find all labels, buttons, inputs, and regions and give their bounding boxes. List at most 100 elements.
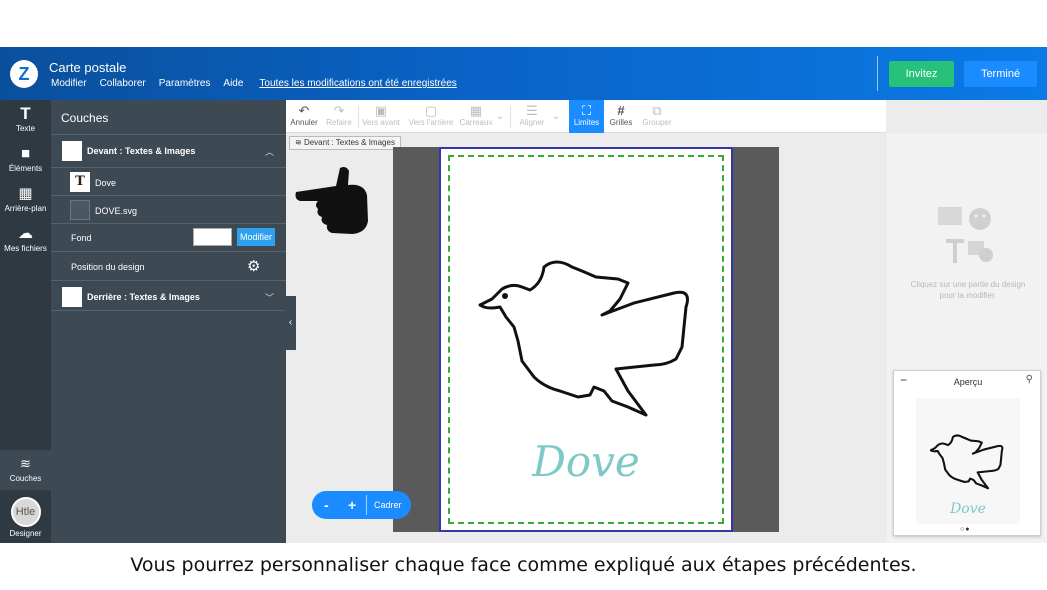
face-indicator-label: Devant : Textes & Images bbox=[303, 138, 395, 147]
dove-illustration[interactable] bbox=[478, 259, 698, 419]
align-label: Aligner bbox=[519, 118, 545, 127]
layer-item-dove-text[interactable]: T Dove bbox=[51, 167, 286, 195]
gear-icon[interactable]: ⚙ bbox=[247, 257, 260, 275]
background-color-swatch[interactable] bbox=[193, 228, 232, 246]
layer-item-dove-svg[interactable]: DOVE.svg bbox=[51, 195, 286, 223]
search-icon[interactable]: ⚲ bbox=[1026, 374, 1033, 385]
group-label: Grouper bbox=[642, 118, 672, 127]
sidebar-item-label: Designer bbox=[9, 529, 42, 538]
background-pattern-icon: ▦ bbox=[18, 185, 33, 202]
chevron-down-icon[interactable]: ﹀ bbox=[265, 291, 274, 304]
layers-icon: ≋ bbox=[20, 456, 31, 471]
top-header: Z Carte postale Modifier Collaborer Para… bbox=[0, 47, 1047, 100]
sidebar-item-label: Couches bbox=[9, 474, 42, 483]
design-elements-illustration-icon bbox=[938, 207, 993, 263]
chevron-down-icon: ⌄ bbox=[495, 111, 505, 122]
edit-toolbar: ↶ Annuler ↷ Refaire ▣ Vers avant ▢ Vers … bbox=[286, 100, 886, 133]
preview-card: Dove bbox=[916, 398, 1020, 524]
sidebar-item-arriere-plan[interactable]: ▦ Arrière-plan bbox=[0, 185, 51, 214]
invite-button[interactable]: Invitez bbox=[889, 61, 954, 87]
main-menu: Modifier Collaborer Paramètres Aide Tout… bbox=[51, 78, 457, 89]
layer-group-front[interactable]: Devant : Textes & Images ︿ bbox=[51, 134, 286, 167]
dove-text-layer[interactable]: Dove bbox=[448, 437, 724, 486]
bounds-button[interactable]: ⛶ Limites bbox=[569, 100, 604, 133]
tiles-button[interactable]: ▦ Carreaux bbox=[459, 100, 493, 133]
svg-layer-icon bbox=[70, 200, 90, 220]
text-tool-icon: T bbox=[20, 104, 31, 123]
cloud-upload-icon: ☁ bbox=[18, 225, 33, 242]
sidebar-item-mes-fichiers[interactable]: ☁ Mes fichiers bbox=[0, 225, 51, 254]
tutorial-caption: Vous pourrez personnaliser chaque face c… bbox=[130, 554, 917, 576]
zazzle-logo-icon[interactable]: Z bbox=[10, 60, 38, 88]
align-icon: ☰ bbox=[526, 103, 538, 118]
page-indicator-dots[interactable]: ○● bbox=[960, 526, 970, 533]
pointing-hand-icon bbox=[295, 167, 368, 234]
document-title: Carte postale bbox=[49, 60, 127, 75]
layers-icon: ≋ bbox=[295, 138, 304, 147]
redo-label: Refaire bbox=[326, 118, 352, 127]
sidebar-item-texte[interactable]: T Texte bbox=[0, 104, 51, 133]
sidebar-item-couches[interactable]: ≋ Couches bbox=[0, 450, 51, 490]
menu-collaborer[interactable]: Collaborer bbox=[100, 78, 146, 89]
design-position-label: Position du design bbox=[71, 262, 145, 272]
align-button[interactable]: ☰ Aligner bbox=[515, 100, 549, 133]
align-dropdown[interactable]: ⌄ bbox=[549, 100, 563, 133]
preview-dove-text: Dove bbox=[950, 501, 986, 517]
bring-forward-icon: ▣ bbox=[374, 103, 388, 118]
collapse-panel-handle[interactable]: ‹ bbox=[285, 296, 296, 350]
chevron-up-icon[interactable]: ︿ bbox=[265, 145, 274, 158]
menu-modifier[interactable]: Modifier bbox=[51, 78, 87, 89]
tiles-dropdown[interactable]: ⌄ bbox=[493, 100, 507, 133]
elements-icon: ■ bbox=[20, 145, 31, 162]
zoom-divider bbox=[366, 495, 367, 515]
sidebar-item-label: Éléments bbox=[8, 164, 43, 173]
done-button[interactable]: Terminé bbox=[964, 61, 1037, 87]
layers-panel: Couches Devant : Textes & Images ︿ T Dov… bbox=[51, 100, 286, 543]
text-layer-icon: T bbox=[70, 172, 90, 192]
group-button[interactable]: ⧉ Grouper bbox=[640, 100, 674, 133]
layers-panel-title: Couches bbox=[61, 111, 109, 125]
sidebar-item-label: Arrière-plan bbox=[4, 204, 47, 213]
tiles-icon: ▦ bbox=[469, 103, 483, 118]
layer-item-label: Dove bbox=[95, 178, 117, 188]
zoom-control: - + Cadrer bbox=[312, 491, 411, 519]
send-backward-button[interactable]: ▢ Vers l'arrière bbox=[406, 100, 456, 133]
sidebar-item-elements[interactable]: ■ Éléments bbox=[0, 145, 51, 174]
menu-parametres[interactable]: Paramètres bbox=[159, 78, 211, 89]
group-icon: ⧉ bbox=[652, 103, 662, 118]
grids-label: Grilles bbox=[609, 118, 633, 127]
tool-sidebar: T Texte ■ Éléments ▦ Arrière-plan ☁ Mes … bbox=[0, 100, 51, 543]
bring-forward-button[interactable]: ▣ Vers avant bbox=[360, 100, 402, 133]
chevron-down-icon: ⌄ bbox=[551, 111, 561, 122]
sidebar-item-label: Texte bbox=[15, 124, 36, 133]
face-indicator: ≋ Devant : Textes & Images bbox=[289, 136, 401, 150]
header-divider bbox=[877, 56, 878, 91]
background-row: Fond Modifier bbox=[51, 223, 286, 251]
sidebar-item-designer[interactable]: Htle Designer bbox=[0, 497, 51, 538]
menu-aide[interactable]: Aide bbox=[223, 78, 243, 89]
undo-label: Annuler bbox=[290, 118, 318, 127]
modify-background-button[interactable]: Modifier bbox=[237, 228, 275, 246]
selection-hint: Cliquez sur une partie du design pour la… bbox=[910, 280, 1026, 300]
back-thumbnail bbox=[62, 287, 82, 307]
layer-group-back[interactable]: Derrière : Textes & Images ﹀ bbox=[51, 280, 286, 311]
zoom-in-button[interactable]: + bbox=[348, 497, 356, 513]
grids-button[interactable]: # Grilles bbox=[606, 100, 636, 133]
toolbar-divider bbox=[510, 106, 511, 128]
saved-status-link[interactable]: Toutes les modifications ont été enregis… bbox=[259, 78, 456, 89]
redo-button[interactable]: ↷ Refaire bbox=[323, 100, 355, 133]
undo-button[interactable]: ↶ Annuler bbox=[288, 100, 320, 133]
send-backward-icon: ▢ bbox=[424, 103, 438, 118]
design-position-row[interactable]: Position du design ⚙ bbox=[51, 251, 286, 280]
fit-to-frame-button[interactable]: Cadrer bbox=[374, 500, 402, 510]
send-backward-label: Vers l'arrière bbox=[408, 118, 454, 127]
sidebar-item-label: Mes fichiers bbox=[4, 244, 47, 253]
bring-forward-label: Vers avant bbox=[362, 118, 400, 127]
toolbar-divider bbox=[358, 106, 359, 128]
front-thumbnail bbox=[62, 141, 82, 161]
zoom-out-button[interactable]: - bbox=[324, 497, 329, 513]
tiles-label: Carreaux bbox=[459, 118, 493, 127]
preview-window: − Aperçu ⚲ Dove ○● bbox=[893, 370, 1041, 536]
background-label: Fond bbox=[71, 233, 92, 243]
designer-avatar: Htle bbox=[10, 497, 41, 527]
